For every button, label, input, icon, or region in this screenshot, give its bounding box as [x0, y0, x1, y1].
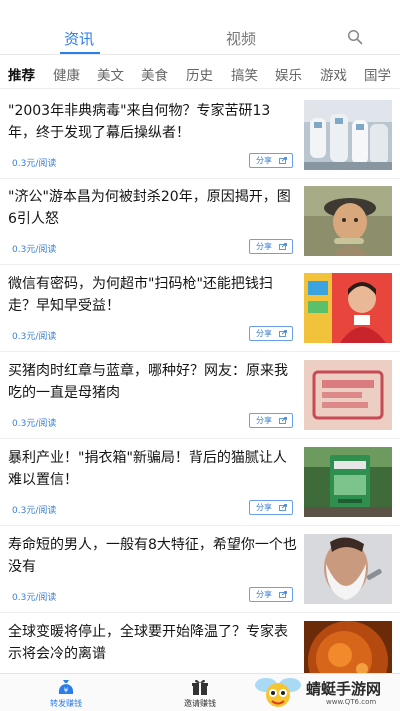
share-label: 分享 — [256, 503, 272, 512]
divider — [0, 351, 400, 352]
dragonfly-mascot-icon — [255, 678, 301, 707]
article-title[interactable]: "济公"游本昌为何被封杀20年，原因揭开，图6引人怒 — [8, 186, 298, 230]
tab-news[interactable]: 资讯 — [64, 28, 94, 49]
share-icon — [279, 591, 287, 598]
share-label: 分享 — [256, 329, 272, 338]
search-icon[interactable] — [347, 29, 363, 45]
share-button[interactable]: 分享 — [249, 587, 293, 602]
article-item[interactable]: "2003年非典病毒"来自何物？专家苦研13年，终于发现了幕后操纵者！ 0.3元… — [0, 94, 400, 180]
article-title[interactable]: 买猪肉时红章与蓝章，哪种好？网友：原来我吃的一直是母猪肉 — [8, 360, 298, 404]
article-reward: 0.3元/阅读 — [12, 332, 57, 342]
article-reward: 0.3元/阅读 — [12, 245, 57, 255]
share-button[interactable]: 分享 — [249, 239, 293, 254]
svg-text:¥: ¥ — [64, 687, 69, 695]
top-tab-bar: 资讯 视频 — [0, 0, 400, 52]
divider — [0, 88, 400, 89]
article-reward: 0.3元/阅读 — [12, 593, 57, 603]
divider — [0, 612, 400, 613]
gift-icon — [192, 679, 208, 695]
watermark-brand: 蜻蜓手游网 — [306, 680, 382, 698]
share-label: 分享 — [256, 156, 272, 165]
article-reward: 0.3元/阅读 — [12, 419, 57, 429]
share-icon — [279, 243, 287, 250]
category-guoxue[interactable]: 国学 — [364, 64, 391, 84]
article-title[interactable]: 全球变暖将停止，全球要开始降温了？专家表示将会冷的离谱 — [8, 621, 298, 665]
article-title[interactable]: 暴利产业！"捐衣箱"新骗局！背后的猫腻让人难以置信！ — [8, 447, 298, 491]
article-thumbnail[interactable] — [304, 360, 392, 430]
article-item[interactable]: "济公"游本昌为何被封杀20年，原因揭开，图6引人怒 0.3元/阅读 分享 — [0, 180, 400, 266]
share-icon — [279, 417, 287, 424]
article-title[interactable]: 微信有密码，为何超市"扫码枪"还能把钱扫走？早知早受益！ — [8, 273, 298, 317]
article-item[interactable]: 买猪肉时红章与蓝章，哪种好？网友：原来我吃的一直是母猪肉 0.3元/阅读 分享 — [0, 354, 400, 440]
category-history[interactable]: 历史 — [186, 64, 213, 84]
category-essay[interactable]: 美文 — [97, 64, 124, 84]
category-funny[interactable]: 搞笑 — [231, 64, 258, 84]
article-item[interactable]: 暴利产业！"捐衣箱"新骗局！背后的猫腻让人难以置信！ 0.3元/阅读 分享 — [0, 441, 400, 527]
share-label: 分享 — [256, 416, 272, 425]
article-thumbnail[interactable] — [304, 447, 392, 517]
share-label: 分享 — [256, 242, 272, 251]
article-thumbnail[interactable] — [304, 273, 392, 343]
share-button[interactable]: 分享 — [249, 153, 293, 168]
divider — [0, 438, 400, 439]
share-button[interactable]: 分享 — [249, 413, 293, 428]
watermark-logo: 蜻蜓手游网 www.QT6.com — [254, 674, 400, 711]
share-button[interactable]: 分享 — [249, 500, 293, 515]
share-label: 分享 — [256, 590, 272, 599]
category-entertainment[interactable]: 娱乐 — [275, 64, 302, 84]
article-item[interactable]: 寿命短的男人，一般有8大特征，希望你一个也没有 0.3元/阅读 分享 — [0, 528, 400, 614]
share-icon — [279, 504, 287, 511]
tab-video[interactable]: 视频 — [226, 28, 256, 49]
divider — [0, 264, 400, 265]
share-icon — [279, 157, 287, 164]
nav-label: 转发赚钱 — [50, 699, 82, 708]
money-bag-icon: ¥ — [58, 680, 74, 695]
category-recommend[interactable]: 推荐 — [8, 64, 35, 84]
article-title[interactable]: "2003年非典病毒"来自何物？专家苦研13年，终于发现了幕后操纵者！ — [8, 100, 298, 144]
article-title[interactable]: 寿命短的男人，一般有8大特征，希望你一个也没有 — [8, 534, 298, 578]
share-button[interactable]: 分享 — [249, 326, 293, 341]
category-food[interactable]: 美食 — [141, 64, 168, 84]
divider — [0, 178, 400, 179]
article-thumbnail[interactable] — [304, 186, 392, 256]
watermark-url: www.QT6.com — [326, 698, 377, 706]
article-thumbnail[interactable] — [304, 534, 392, 604]
divider — [0, 525, 400, 526]
category-games[interactable]: 游戏 — [320, 64, 347, 84]
category-strip: 推荐 健康 美文 美食 历史 搞笑 娱乐 游戏 国学 — [0, 58, 400, 88]
article-reward: 0.3元/阅读 — [12, 506, 57, 516]
nav-invite-earn[interactable]: 邀请赚钱 — [170, 678, 230, 709]
article-thumbnail[interactable] — [304, 100, 392, 170]
nav-label: 邀请赚钱 — [184, 699, 216, 708]
share-icon — [279, 330, 287, 337]
article-item[interactable]: 微信有密码，为何超市"扫码枪"还能把钱扫走？早知早受益！ 0.3元/阅读 分享 — [0, 267, 400, 353]
divider — [0, 54, 400, 55]
nav-share-earn[interactable]: ¥ 转发赚钱 — [36, 678, 96, 709]
article-reward: 0.3元/阅读 — [12, 159, 57, 169]
category-health[interactable]: 健康 — [53, 64, 80, 84]
